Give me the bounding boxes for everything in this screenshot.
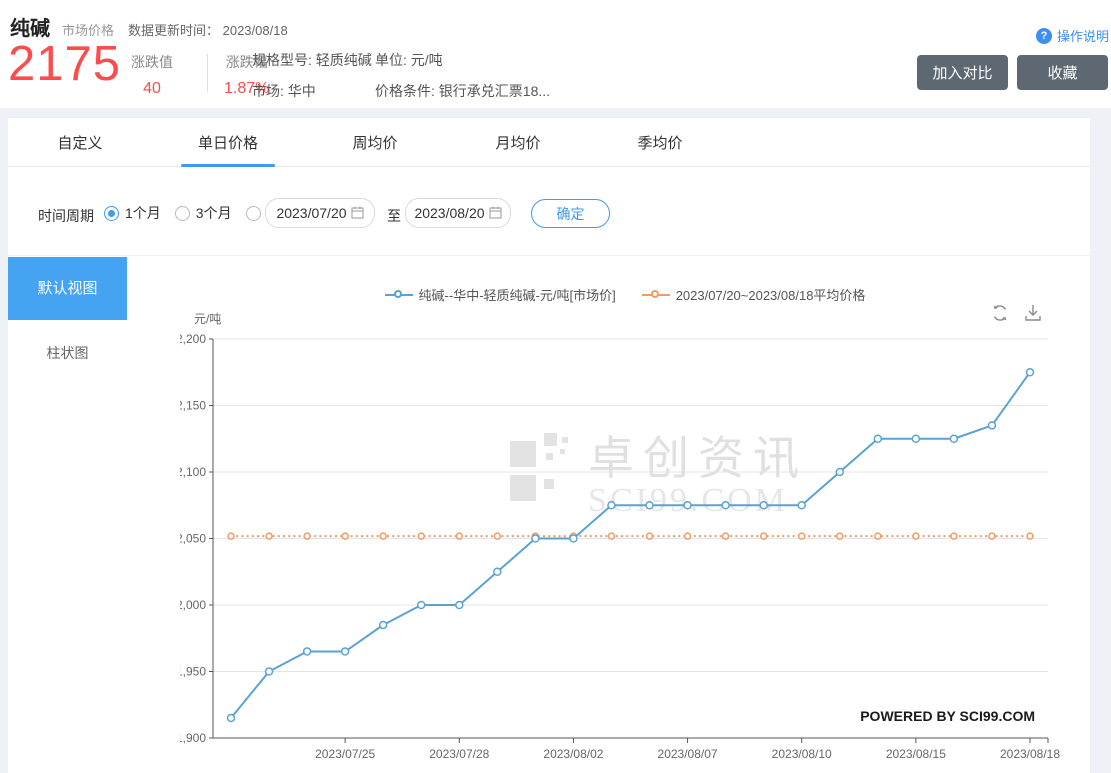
question-icon: ?	[1035, 27, 1052, 44]
tab-5[interactable]: 季均价	[637, 132, 682, 153]
radio-icon[interactable]	[104, 205, 119, 221]
chart-toolbar	[990, 303, 1043, 323]
svg-text:2,000: 2,000	[180, 598, 206, 612]
tab-1[interactable]: 自定义	[57, 132, 102, 153]
radio-icon[interactable]	[174, 205, 190, 221]
calendar-icon	[351, 200, 364, 228]
favorite-button[interactable]: 收藏	[1017, 55, 1108, 90]
svg-text:1,950: 1,950	[180, 665, 206, 679]
period-option-1个月[interactable]: 1个月	[104, 203, 161, 223]
radio-label: 1个月	[125, 205, 161, 221]
to-label: 至	[387, 208, 401, 224]
active-tab-underline	[181, 164, 275, 167]
period-option-3个月[interactable]: 3个月	[174, 203, 232, 223]
sidebar-item-default-view[interactable]: 默认视图	[8, 257, 127, 320]
current-price: 2175	[8, 37, 122, 91]
svg-text:2023/08/15: 2023/08/15	[886, 747, 946, 761]
header-card: 纯碱 市场价格 数据更新时间： 2023/08/18 ? 操作说明 2175 涨…	[0, 0, 1111, 108]
svg-text:1,900: 1,900	[180, 731, 206, 745]
tab-4[interactable]: 月均价	[495, 132, 540, 153]
refresh-icon[interactable]	[990, 303, 1010, 323]
radio-icon[interactable]	[245, 205, 261, 221]
period-label: 时间周期	[38, 208, 94, 224]
confirm-button[interactable]: 确定	[531, 199, 610, 228]
start-date-input[interactable]: 2023/07/20	[265, 198, 375, 228]
legend-label: 纯碱--华中-轻质纯碱-元/吨[市场价]	[418, 288, 616, 303]
price-line-chart[interactable]: 2,200 2,150 2,100 2,050 2,000 1,950 1,900 2023/…	[180, 325, 1080, 770]
svg-text:2,150: 2,150	[180, 399, 206, 413]
change-value-label: 涨跌值	[131, 54, 173, 70]
tab-2[interactable]: 单日价格	[198, 132, 258, 153]
legend-item-1[interactable]: 纯碱--华中-轻质纯碱-元/吨[市场价]	[384, 285, 616, 304]
legend-line-circle-icon	[641, 290, 670, 299]
main-card: 自定义单日价格周均价月均价季均价 时间周期 1个月3个月1年 2023/07/2…	[8, 118, 1090, 773]
start-date-value: 2023/07/20	[276, 205, 347, 221]
divider	[8, 255, 1090, 256]
tab-3[interactable]: 周均价	[352, 132, 397, 153]
svg-text:2023/08/07: 2023/08/07	[658, 747, 718, 761]
svg-text:2,050: 2,050	[180, 532, 206, 546]
end-date-value: 2023/08/20	[414, 205, 485, 221]
download-icon[interactable]	[1023, 303, 1043, 323]
svg-text:2023/08/18: 2023/08/18	[1000, 747, 1060, 761]
spec-market-block: 规格型号: 轻质纯碱 市场: 华中	[252, 50, 372, 101]
tab-bar: 自定义 单日价格 周均价 月均价 季均价	[8, 118, 1090, 167]
chart-area: 纯碱--华中-轻质纯碱-元/吨[市场价] 2023/07/20~2023/08/1…	[160, 270, 1090, 773]
add-compare-button[interactable]: 加入对比	[917, 55, 1008, 90]
market-label: 市场: 华中	[252, 83, 316, 99]
calendar-icon	[489, 200, 502, 228]
radio-label: 3个月	[195, 205, 232, 221]
unit-condition-block: 单位: 元/吨 价格条件: 银行承兑汇票18...	[375, 50, 550, 101]
legend-item-2[interactable]: 2023/07/20~2023/08/18平均价格	[641, 285, 866, 304]
svg-text:2,100: 2,100	[180, 465, 206, 479]
update-time: 数据更新时间： 2023/08/18	[128, 23, 288, 38]
help-label: 操作说明	[1056, 29, 1109, 44]
unit-label: 单位: 元/吨	[375, 52, 443, 68]
change-value: 40	[143, 80, 161, 97]
svg-text:2023/08/02: 2023/08/02	[543, 747, 603, 761]
legend-line-circle-icon	[384, 290, 413, 299]
chart-legend: 纯碱--华中-轻质纯碱-元/吨[市场价] 2023/07/20~2023/08/1…	[160, 285, 1090, 304]
change-value-block: 涨跌值 40	[131, 52, 173, 98]
period-radio-group: 1个月3个月1年	[104, 203, 288, 223]
sidebar-item-bar-chart[interactable]: 柱状图	[8, 338, 127, 368]
legend-label: 2023/07/20~2023/08/18平均价格	[675, 288, 866, 303]
svg-text:2023/08/10: 2023/08/10	[772, 747, 832, 761]
divider	[207, 54, 208, 92]
svg-text:2023/07/25: 2023/07/25	[315, 747, 375, 761]
end-date-input[interactable]: 2023/08/20	[405, 198, 511, 228]
svg-text:2,200: 2,200	[180, 332, 206, 346]
spec-label: 规格型号: 轻质纯碱	[252, 52, 372, 68]
help-link[interactable]: ? 操作说明	[1035, 26, 1109, 45]
svg-text:2023/07/28: 2023/07/28	[429, 747, 489, 761]
condition-label: 价格条件: 银行承兑汇票18...	[375, 83, 551, 99]
